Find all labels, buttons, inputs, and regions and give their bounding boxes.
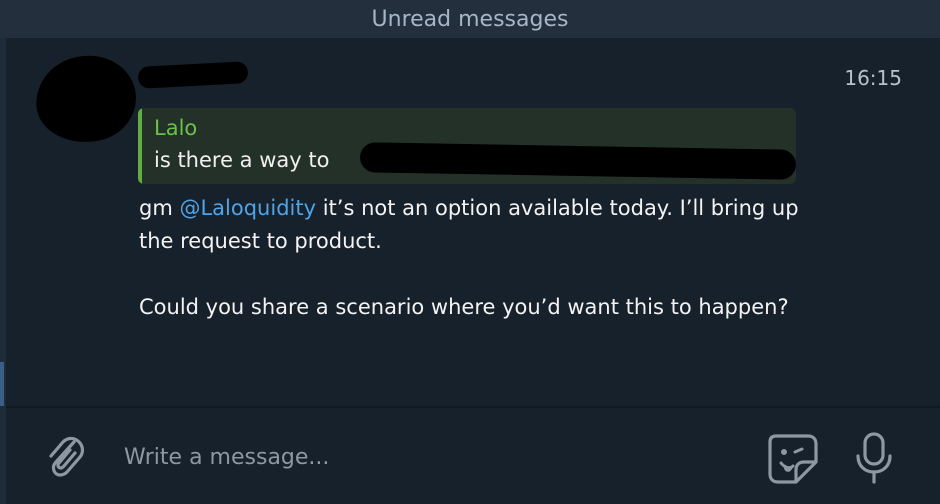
- message-composer: [6, 408, 940, 504]
- message-list[interactable]: 16:15 Lalo is there a way to gm @Laloqui…: [6, 38, 940, 406]
- selected-chat-indicator: [0, 362, 4, 406]
- chat-window: Unread messages 16:15 Lalo is there a wa…: [0, 0, 940, 504]
- voice-message-button[interactable]: [852, 430, 896, 486]
- reply-text-redacted: [359, 142, 796, 180]
- paperclip-icon: [49, 436, 85, 477]
- sticker-icon: [768, 434, 818, 484]
- user-mention-link[interactable]: @Laloquidity: [179, 196, 316, 220]
- reply-accent-bar: [138, 108, 142, 184]
- sticker-button[interactable]: [762, 428, 822, 488]
- avatar-redacted[interactable]: [31, 51, 141, 147]
- reply-text: is there a way to: [154, 148, 330, 172]
- message-time: 16:15: [844, 66, 902, 90]
- message-greeting: gm: [139, 196, 180, 220]
- unread-messages-banner: Unread messages: [0, 0, 940, 38]
- reply-quote[interactable]: Lalo is there a way to: [138, 108, 796, 184]
- message-body: gm @Laloquidity it’s not an option avail…: [139, 192, 839, 357]
- attach-button[interactable]: [42, 430, 90, 482]
- reply-author: Lalo: [154, 116, 198, 140]
- sender-name-redacted[interactable]: [137, 61, 249, 89]
- unread-messages-label: Unread messages: [371, 6, 569, 32]
- message-input[interactable]: [122, 432, 726, 482]
- microphone-icon: [856, 432, 892, 484]
- message-paragraph: Could you share a scenario where you’d w…: [139, 295, 789, 319]
- message-paragraph: gm @Laloquidity it’s not an option avail…: [139, 192, 839, 258]
